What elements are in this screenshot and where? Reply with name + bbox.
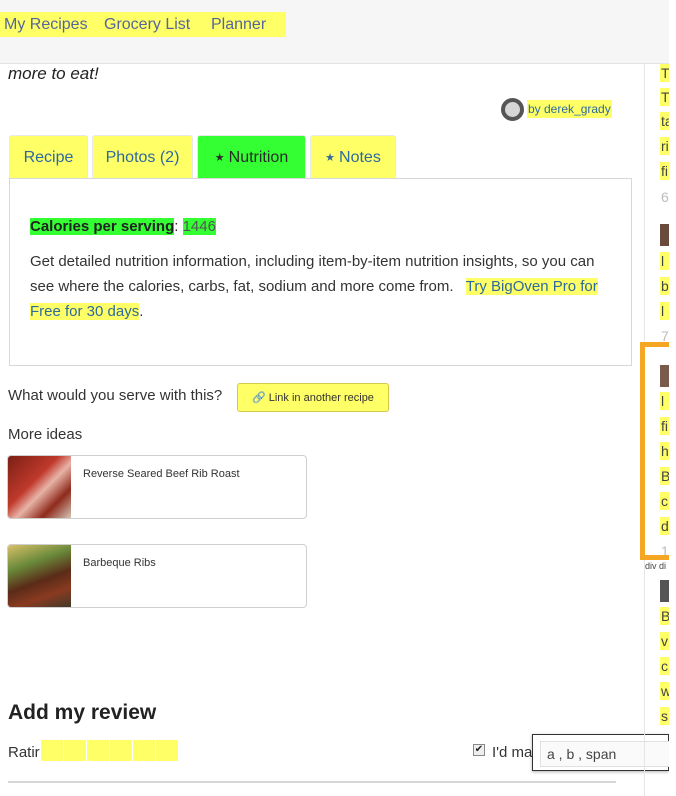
tab-label: Photos (2) [105, 148, 180, 166]
more-ideas-heading: More ideas [8, 426, 83, 443]
sidebar-text: v [660, 632, 669, 650]
nav-planner[interactable]: Planner [211, 16, 266, 34]
tab-nutrition[interactable]: ★ Nutrition [197, 135, 306, 179]
sidebar-text: b [660, 277, 669, 295]
nav-grocery-list[interactable]: Grocery List [104, 16, 190, 34]
star-icon[interactable] [156, 740, 178, 761]
sidebar-text: 6 [661, 189, 669, 205]
top-nav: My Recipes Grocery List Planner [0, 0, 669, 64]
star-icon: ★ [214, 152, 225, 164]
make-again-checkbox[interactable]: ✔ [473, 744, 485, 756]
star-icon[interactable] [87, 740, 109, 761]
recipe-thumbnail [8, 545, 71, 607]
list-item[interactable]: Reverse Seared Beef Rib Roast [7, 455, 307, 519]
recipe-title: Reverse Seared Beef Rib Roast [83, 468, 240, 480]
link-recipe-label: Link in another recipe [268, 391, 374, 404]
star-icon[interactable] [110, 740, 132, 761]
calories-label: Calories per serving [30, 218, 175, 235]
sidebar-text: w [660, 682, 669, 700]
nutrition-panel: Calories per serving: 1446 Get detailed … [9, 178, 632, 366]
author-link[interactable]: by derek_grady [527, 100, 612, 118]
sidebar-text: l [660, 302, 669, 320]
page-edge [669, 0, 676, 796]
recipe-intro-text: more to eat! [8, 64, 99, 83]
link-icon: 🔗 [252, 392, 266, 404]
tab-label: Nutrition [228, 148, 289, 166]
link-recipe-button[interactable]: 🔗 Link in another recipe [237, 383, 389, 412]
sidebar-text: T [660, 64, 669, 82]
element-tag-label: div di [645, 561, 667, 571]
tab-label: Recipe [23, 148, 74, 166]
review-heading: Add my review [8, 701, 157, 724]
sidebar-text: B [660, 607, 669, 625]
rating-label: Ratir [8, 744, 40, 761]
avatar [501, 97, 524, 121]
tab-notes[interactable]: ★ Notes [310, 135, 396, 179]
tab-recipe[interactable]: Recipe [9, 135, 88, 179]
make-again-label: I'd ma [492, 744, 533, 761]
sidebar-text: T [660, 88, 669, 106]
sidebar-text: s [660, 707, 669, 725]
sidebar-text: ri [660, 137, 669, 155]
nav-my-recipes[interactable]: My Recipes [4, 16, 88, 34]
serve-with-question: What would you serve with this? [8, 387, 223, 404]
author-byline[interactable]: by derek_grady [501, 97, 612, 121]
recipe-title: Barbeque Ribs [83, 557, 156, 569]
calories-value: 1446 [182, 218, 216, 235]
star-icon[interactable] [64, 740, 86, 761]
star-icon: ★ [325, 152, 336, 164]
list-item[interactable]: Barbeque Ribs [7, 544, 307, 608]
star-icon[interactable] [133, 740, 155, 761]
rating-stars[interactable] [41, 740, 179, 761]
sidebar-thumbnail [660, 580, 669, 602]
sidebar-text: ta [660, 112, 669, 130]
sidebar-text: c [660, 657, 669, 675]
tab-photos[interactable]: Photos (2) [92, 135, 193, 179]
star-icon[interactable] [41, 740, 63, 761]
sidebar-text: l [660, 252, 669, 270]
nutrition-description: Get detailed nutrition information, incl… [30, 253, 598, 320]
tab-label: Notes [339, 148, 381, 166]
recipe-thumbnail [8, 456, 71, 518]
sidebar-text: fi [660, 162, 669, 180]
divider [8, 781, 616, 783]
calories-row: Calories per serving: 1446 [30, 218, 216, 235]
sidebar-thumbnail [660, 224, 669, 246]
